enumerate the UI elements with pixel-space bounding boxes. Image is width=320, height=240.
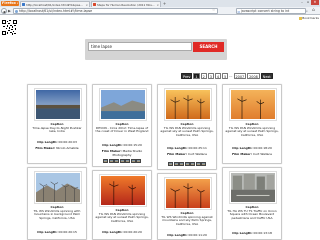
pagination: Prev 1 2 3 4 5 ... 2007 2008 Next xyxy=(181,73,273,79)
page-5-button[interactable]: 5 xyxy=(222,73,229,79)
windmills-sunset-thumbnail-image xyxy=(166,90,210,119)
google-icon: g xyxy=(237,9,240,14)
close-tab-icon[interactable]: × xyxy=(156,3,159,7)
bookmark-star-icon[interactable]: ☆ xyxy=(212,8,215,12)
result-thumbnail[interactable] xyxy=(34,171,82,204)
bookmarks-button[interactable]: Bookmarks xyxy=(298,16,319,20)
result-card[interactable]: Caption TIL HA WS TU TS Traffic on Union … xyxy=(222,167,282,240)
result-caption: Caption TIL WS PAN Windmills spinning aga… xyxy=(225,122,279,137)
search-go-icon[interactable]: ⌕ xyxy=(306,9,308,13)
tab-label: Steps for Human Revolution (2011 Mov... xyxy=(97,2,155,7)
film-maker: Film Maker: Curt Wallace xyxy=(232,152,272,156)
forward-button[interactable]: ▶ xyxy=(7,8,12,14)
firefox-menu-button[interactable]: Firefox ▾ xyxy=(1,1,19,6)
browser-search-input[interactable]: g javascript convert string to int xyxy=(236,8,306,14)
clip-length: Clip Length: 00:00:20:03 xyxy=(37,140,77,144)
windmills-red-sunset-thumbnail-image xyxy=(101,176,145,205)
clip-length: Clip Length: 00:00:11:20 xyxy=(167,233,207,237)
clip-length: Clip Length: 00:00:25:11 xyxy=(167,146,207,150)
keyframe-strip xyxy=(161,162,213,167)
page-favicon-icon xyxy=(22,3,25,6)
result-thumbnail[interactable] xyxy=(34,88,82,121)
result-thumbnail[interactable] xyxy=(229,88,277,121)
tab-label: http://localhost/61/index.html#!blupsear… xyxy=(26,2,85,7)
lake-thumbnail-image xyxy=(36,90,80,119)
film-maker: Film Maker: Nicolo Amabile xyxy=(35,146,79,150)
windmills-orange-thumbnail-image xyxy=(166,179,210,208)
result-thumbnail[interactable] xyxy=(99,88,147,121)
page-1-button[interactable]: 1 xyxy=(193,73,200,79)
coast-thumbnail-image xyxy=(101,90,145,119)
next-page-button[interactable]: Next xyxy=(260,73,273,79)
search-input[interactable] xyxy=(88,42,192,51)
close-window-button[interactable]: ✕ xyxy=(311,0,319,5)
search-button[interactable]: SEARCH xyxy=(193,42,224,52)
url-text: http://localhost/61/ui/index.html#!/time… xyxy=(19,9,93,13)
result-caption: Caption DEVON - Circa 2012: Time-lapse of… xyxy=(95,122,149,134)
result-card[interactable]: Caption TIL WS PAN Windmills spinning aga… xyxy=(157,84,217,170)
browser-search-text: javascript convert string to int xyxy=(241,9,290,13)
window-controls: – ▫ ✕ xyxy=(299,0,319,6)
firefox-menu-label: Firefox xyxy=(2,1,16,5)
result-card[interactable]: Caption TIL WS Windmills spinning with mo… xyxy=(27,167,87,240)
page-3-button[interactable]: 3 xyxy=(207,73,214,79)
result-caption: Caption TIL WS Windmills spinning with mo… xyxy=(33,205,81,220)
film-maker: Film Maker: Curt Wallace xyxy=(167,152,207,156)
result-caption: Caption Time-lapse Day-to-Night Pushkar l… xyxy=(32,122,82,134)
result-caption: Caption TIL WS PAN Windmills spinning aga… xyxy=(95,208,149,223)
result-thumbnail[interactable] xyxy=(229,171,277,204)
windmills-dusk-thumbnail-image xyxy=(231,90,275,119)
clip-length: Clip Length: 00:00:20:20 xyxy=(102,230,142,234)
clip-length: Clip Length: 00:00:13:18 xyxy=(232,231,272,235)
title-bar: Firefox ▾ http://localhost/61/index.html… xyxy=(0,0,320,7)
pagination-ellipsis: ... xyxy=(229,74,233,78)
result-card[interactable]: Caption TIL WS PAN Windmills spinning aga… xyxy=(222,84,282,164)
clip-length: Clip Length: 00:00:15:20 xyxy=(102,143,142,147)
result-card[interactable]: Caption TIL WS Windmills spinning against… xyxy=(157,173,217,240)
result-card[interactable]: Caption TIL WS PAN Windmills spinning aga… xyxy=(92,170,152,240)
bookmarks-label: Bookmarks xyxy=(302,16,319,20)
page-4-button[interactable]: 4 xyxy=(214,73,222,79)
qr-code-icon xyxy=(2,20,17,35)
result-card[interactable]: Caption Time-lapse Day-to-Night Pushkar l… xyxy=(27,84,87,164)
prev-page-button[interactable]: Prev xyxy=(181,73,193,79)
close-tab-icon[interactable]: × xyxy=(85,3,88,7)
dropdown-arrow-icon: ▾ xyxy=(17,2,19,5)
result-caption: Caption TIL HA WS TU TS Traffic on Union … xyxy=(227,205,277,220)
page-2008-button[interactable]: 2008 xyxy=(247,73,260,79)
film-maker: Film Maker: Media Studio Photography xyxy=(101,149,143,157)
keyframe-strip xyxy=(96,159,148,164)
page-2007-button[interactable]: 2007 xyxy=(233,73,247,79)
home-icon[interactable]: ⌂ xyxy=(312,8,315,13)
result-card[interactable]: Caption DEVON - Circa 2012: Time-lapse of… xyxy=(92,84,152,167)
result-thumbnail[interactable] xyxy=(164,88,212,121)
page-2-button[interactable]: 2 xyxy=(200,73,207,79)
page-favicon-icon xyxy=(93,3,96,6)
navigation-bar: ◀ ▶ http://localhost/61/ui/index.html#!/… xyxy=(0,7,320,15)
result-caption: Caption TIL WS Windmills spinning against… xyxy=(161,211,213,226)
result-thumbnail[interactable] xyxy=(99,174,147,207)
clip-length: Clip Length: 00:00:20:15 xyxy=(37,230,77,234)
result-thumbnail[interactable] xyxy=(164,177,212,210)
clip-length: Clip Length: 00:00:18:20 xyxy=(232,146,272,150)
site-identity-icon xyxy=(15,10,18,13)
city-traffic-thumbnail-image xyxy=(231,173,275,202)
result-caption: Caption TIL WS PAN Windmills spinning aga… xyxy=(160,122,214,137)
windmills-mountains-thumbnail-image xyxy=(36,173,80,202)
url-bar[interactable]: http://localhost/61/ui/index.html#!/time… xyxy=(13,8,218,14)
